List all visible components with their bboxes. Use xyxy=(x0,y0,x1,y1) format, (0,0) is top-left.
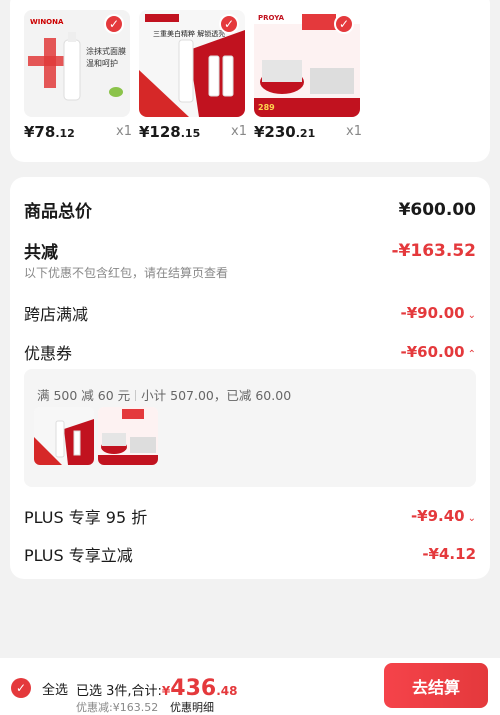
coupon-row[interactable]: 优惠券 -¥60.00 ⌃ xyxy=(24,340,476,364)
goods-total-label: 商品总价 xyxy=(24,202,92,222)
item-check-icon-2[interactable]: ✓ xyxy=(219,14,239,34)
product-image-3[interactable]: PROYA 289 ✓ xyxy=(254,10,360,117)
chevron-down-icon: ⌄ xyxy=(467,310,476,321)
svg-text:涂抹式面膜: 涂抹式面膜 xyxy=(86,46,126,56)
item-price-1: ¥78.12 xyxy=(24,123,75,141)
item-check-icon-3[interactable]: ✓ xyxy=(334,14,354,34)
coupon-thumb-1-image xyxy=(34,407,94,465)
brand-logo-3: PROYA xyxy=(258,14,285,22)
coupon-value: -¥60.00 ⌃ xyxy=(400,343,477,361)
checkout-bar: ✓ 全选 已选 3件,合计:¥436.48 优惠减:¥163.52 优惠明细 去… xyxy=(0,658,500,715)
select-all-check-icon[interactable]: ✓ xyxy=(11,678,31,698)
plus95-label: PLUS 专享 95 折 xyxy=(24,508,148,527)
product-image-1[interactable]: WINONA 涂抹式面膜 温和呵护 ✓ xyxy=(24,10,130,117)
item-qty-2: x1 xyxy=(231,124,247,139)
plus95-value: -¥9.40 ⌄ xyxy=(410,507,476,525)
goods-total-value: ¥600.00 xyxy=(398,199,476,220)
svg-text:温和呵护: 温和呵护 xyxy=(86,58,118,68)
coupon-detail-text: 满 500 减 60 元小计 507.00，已减 60.00 xyxy=(37,388,292,403)
plus-direct-row: PLUS 专享立减 -¥4.12 xyxy=(24,542,476,566)
plus95-row[interactable]: PLUS 专享 95 折 -¥9.40 ⌄ xyxy=(24,504,476,528)
cross-store-value: -¥90.00 ⌄ xyxy=(400,304,477,322)
product-image-2[interactable]: 三重美白精粹 解锁透亮 ✓ xyxy=(139,10,245,117)
total-reduce-row: 共减 -¥163.52 xyxy=(24,238,477,264)
item-price-2: ¥128.15 xyxy=(139,123,201,141)
item-price-3: ¥230.21 xyxy=(254,123,316,141)
selected-summary: 已选 3件,合计:¥436.48 xyxy=(76,676,238,701)
plus-direct-label: PLUS 专享立减 xyxy=(24,546,133,565)
coupon-thumb-2[interactable] xyxy=(98,407,158,465)
cross-store-label: 跨店满减 xyxy=(24,305,89,324)
price-summary-card: 商品总价 ¥600.00 共减 -¥163.52 以下优惠不包含红包，请在结算页… xyxy=(10,177,490,579)
coupon-detail-box: 满 500 减 60 元小计 507.00，已减 60.00 xyxy=(24,369,476,487)
goods-total-row: 商品总价 ¥600.00 xyxy=(24,197,476,223)
coupon-label: 优惠券 xyxy=(24,344,73,363)
cart-items-card: WINONA 涂抹式面膜 温和呵护 ✓ ¥78.12 x1 三重美白精粹 解锁透… xyxy=(10,0,490,162)
svg-text:三重美白精粹 解锁透亮: 三重美白精粹 解锁透亮 xyxy=(153,29,225,38)
coupon-thumb-2-image xyxy=(98,407,158,465)
plus-direct-value: -¥4.12 xyxy=(422,545,476,563)
svg-text:289: 289 xyxy=(258,103,275,112)
brand-logo-1: WINONA xyxy=(30,18,64,26)
discount-detail-link[interactable]: 优惠明细 xyxy=(170,699,214,715)
discount-amount: 优惠减:¥163.52 xyxy=(76,701,159,714)
coupon-thumb-1[interactable] xyxy=(34,407,94,465)
select-all-label[interactable]: 全选 xyxy=(42,679,68,698)
total-reduce-label: 共减 xyxy=(24,243,58,263)
chevron-up-icon: ⌃ xyxy=(467,349,476,360)
total-reduce-value: -¥163.52 xyxy=(391,240,477,261)
checkout-button[interactable]: 去结算 xyxy=(384,663,488,708)
item-qty-3: x1 xyxy=(346,124,362,139)
chevron-down-icon: ⌄ xyxy=(467,513,476,524)
total-amount: ¥436.48 xyxy=(161,676,238,701)
cross-store-row[interactable]: 跨店满减 -¥90.00 ⌄ xyxy=(24,301,476,325)
item-qty-1: x1 xyxy=(116,124,132,139)
item-check-icon-1[interactable]: ✓ xyxy=(104,14,124,34)
discount-note: 以下优惠不包含红包，请在结算页查看 xyxy=(24,266,229,280)
